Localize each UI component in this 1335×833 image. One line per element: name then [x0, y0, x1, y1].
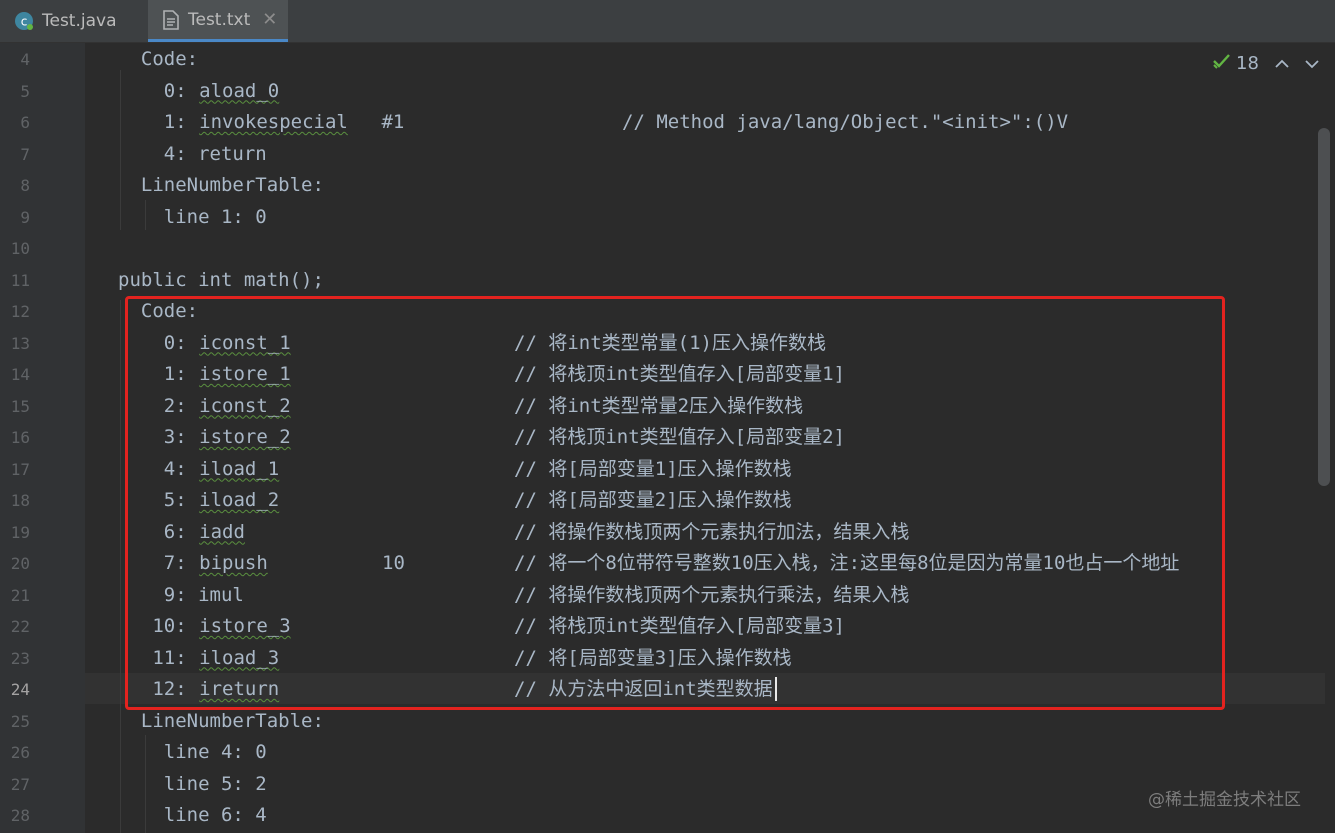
line-number[interactable]: 15 [0, 391, 30, 422]
inspection-count: 18 [1236, 52, 1259, 74]
watermark: @稀土掘金技术社区 [1148, 790, 1301, 810]
bytecode-instruction: aload_0 [199, 79, 280, 102]
next-highlight-icon[interactable] [1305, 54, 1319, 73]
text-caret [775, 677, 777, 701]
code-text: line 5: 2 [118, 772, 267, 795]
code-line[interactable]: 25 LineNumberTable: [0, 706, 1335, 737]
line-number[interactable]: 24 [0, 674, 30, 705]
line-number[interactable]: 20 [0, 548, 30, 579]
code-line[interactable]: 27 line 5: 2 [0, 769, 1335, 800]
code-line[interactable]: 8 LineNumberTable: [0, 170, 1335, 201]
code-text: public int math(); [118, 268, 324, 291]
tab-test-txt[interactable]: Test.txt ✕ [148, 0, 288, 42]
tab-label: Test.java [42, 11, 117, 31]
code-text: line 6: 4 [118, 804, 267, 826]
text-file-icon [162, 9, 180, 30]
bytecode-instruction: invokespecial [199, 111, 348, 133]
annotation-highlight-box [125, 296, 1225, 710]
svg-text:c: c [21, 15, 28, 29]
line-number[interactable]: 9 [0, 202, 30, 233]
line-number[interactable]: 21 [0, 580, 30, 611]
code-text: Code: [118, 48, 199, 70]
line-number[interactable]: 10 [0, 233, 30, 264]
code-text: 4: return [118, 142, 267, 165]
code-line[interactable]: 11 public int math(); [0, 265, 1335, 296]
line-number[interactable]: 18 [0, 485, 30, 516]
line-number[interactable]: 19 [0, 517, 30, 548]
line-number[interactable]: 7 [0, 139, 30, 170]
close-icon[interactable]: ✕ [262, 9, 277, 30]
tab-label: Test.txt [188, 9, 251, 30]
line-number[interactable]: 13 [0, 328, 30, 359]
line-number[interactable]: 5 [0, 76, 30, 107]
tab-test-java[interactable]: c Test.java [8, 0, 148, 42]
vertical-scrollbar-thumb[interactable] [1318, 128, 1330, 486]
editor-tab-bar: c Test.java Test.txt ✕ [0, 0, 1335, 43]
line-number[interactable]: 22 [0, 611, 30, 642]
line-number[interactable]: 23 [0, 643, 30, 674]
code-text: LineNumberTable: [118, 174, 324, 196]
line-number[interactable]: 28 [0, 800, 30, 831]
line-number[interactable]: 8 [0, 170, 30, 201]
code-line[interactable]: 6 1: invokespecial #1 // Method java/lang… [0, 107, 1335, 138]
code-line[interactable]: 7 4: return [0, 139, 1335, 170]
code-text: line 4: 0 [118, 741, 267, 763]
code-text: 0: [118, 79, 199, 102]
code-line[interactable]: 5 0: aload_0 [0, 76, 1335, 107]
check-icon [1212, 52, 1232, 75]
line-number[interactable]: 25 [0, 706, 30, 737]
instruction-argument: #1 [370, 111, 405, 133]
line-number[interactable]: 14 [0, 359, 30, 390]
code-text: LineNumberTable: [118, 709, 324, 732]
inspection-widget[interactable]: 18 [1212, 50, 1319, 76]
line-number[interactable]: 17 [0, 454, 30, 485]
line-number[interactable]: 27 [0, 769, 30, 800]
line-number[interactable]: 11 [0, 265, 30, 296]
line-number[interactable]: 16 [0, 422, 30, 453]
code-line[interactable]: 28 line 6: 4 [0, 800, 1335, 831]
previous-highlight-icon[interactable] [1275, 54, 1289, 73]
code-line[interactable]: 26 line 4: 0 [0, 737, 1335, 768]
code-text: line 1: 0 [118, 205, 267, 228]
line-number[interactable]: 4 [0, 44, 30, 75]
code-line[interactable]: 9 line 1: 0 [0, 202, 1335, 233]
line-number[interactable]: 6 [0, 107, 30, 138]
line-number[interactable]: 12 [0, 296, 30, 327]
code-text: 1: [118, 111, 199, 133]
line-number[interactable]: 26 [0, 737, 30, 768]
java-class-icon: c [14, 11, 34, 31]
code-comment: // Method java/lang/Object."<init>":()V [622, 111, 1069, 133]
code-line[interactable]: 10 [0, 233, 1335, 264]
code-line[interactable]: 4 Code: [0, 44, 1335, 75]
